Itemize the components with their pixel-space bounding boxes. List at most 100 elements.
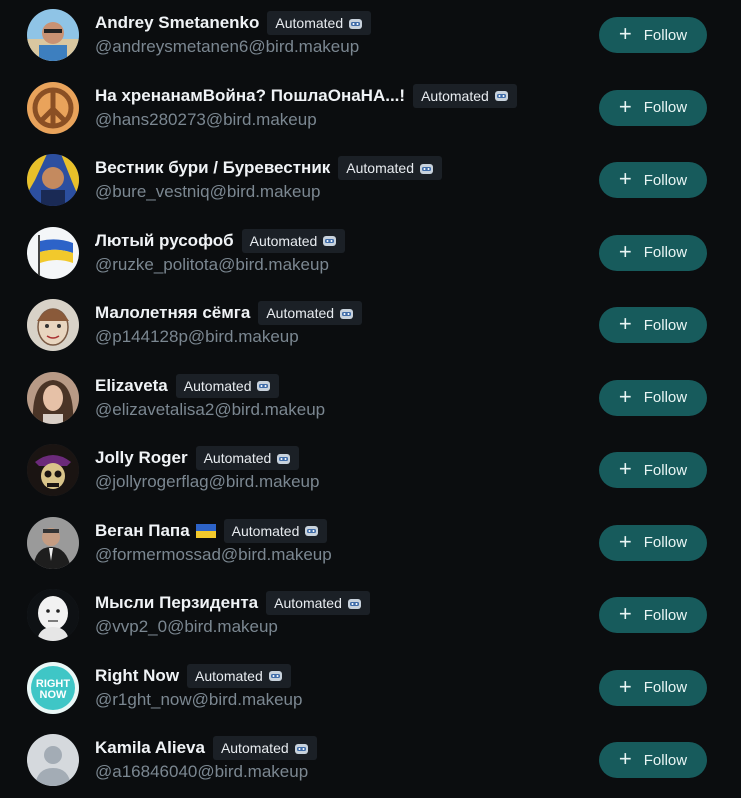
list-item: Elizaveta Automated @elizavetalisa2@bird… bbox=[0, 363, 741, 436]
list-item: Kamila Alieva Automated @a16846040@bird.… bbox=[0, 725, 741, 798]
avatar[interactable] bbox=[27, 81, 79, 134]
list-item: Малолетняя сёмга Automated @p144128p@bir… bbox=[0, 290, 741, 363]
display-name[interactable]: Мысли Перзидента bbox=[95, 593, 258, 613]
robot-icon bbox=[322, 234, 337, 247]
display-name[interactable]: Kamila Alieva bbox=[95, 738, 205, 758]
beach-portrait-icon bbox=[27, 9, 79, 61]
follow-button[interactable]: + Follow bbox=[599, 162, 707, 198]
automated-badge: Automated bbox=[223, 518, 328, 543]
list-item: На хренанамВойна? ПошлаОнаНА...! Automat… bbox=[0, 73, 741, 146]
cartoon-head-icon bbox=[27, 589, 79, 641]
plus-icon: + bbox=[618, 21, 632, 46]
user-handle[interactable]: @elizavetalisa2@bird.makeup bbox=[95, 400, 601, 420]
follow-button[interactable]: + Follow bbox=[599, 379, 707, 416]
user-handle[interactable]: @a16846040@bird.makeup bbox=[95, 762, 601, 782]
user-handle[interactable]: @r1ght_now@bird.makeup bbox=[95, 690, 601, 710]
list-item: Jolly Roger Automated @jollyrogerflag@bi… bbox=[0, 435, 741, 508]
plus-icon: + bbox=[618, 238, 632, 264]
automated-badge: Automated bbox=[212, 736, 317, 760]
user-handle[interactable]: @p144128p@bird.makeup bbox=[95, 327, 601, 347]
robot-icon bbox=[304, 524, 319, 537]
robot-icon bbox=[348, 17, 363, 30]
plus-icon: + bbox=[618, 311, 632, 336]
follow-button[interactable]: + Follow bbox=[599, 597, 707, 633]
follow-button[interactable]: + Follow bbox=[599, 17, 707, 53]
drawn-face-icon bbox=[27, 299, 79, 351]
user-handle[interactable]: @vvp2_0@bird.makeup bbox=[95, 617, 601, 637]
avatar[interactable]: RIGHT NOW bbox=[27, 661, 79, 714]
follow-button[interactable]: + Follow bbox=[599, 307, 707, 343]
display-name[interactable]: Jolly Roger bbox=[95, 448, 188, 468]
plus-icon: + bbox=[618, 166, 632, 191]
follow-button[interactable]: + Follow bbox=[599, 742, 707, 778]
avatar[interactable] bbox=[27, 154, 79, 206]
avatar[interactable] bbox=[27, 589, 79, 641]
robot-icon bbox=[347, 597, 362, 610]
display-name[interactable]: Right Now bbox=[95, 666, 179, 686]
list-item: Веган Папа Automated @formermossad@bird.… bbox=[0, 508, 741, 581]
automated-badge: Automated bbox=[413, 83, 517, 108]
robot-icon bbox=[419, 162, 434, 175]
plus-icon: + bbox=[618, 601, 632, 626]
user-handle[interactable]: @jollyrogerflag@bird.makeup bbox=[95, 472, 601, 492]
follow-button[interactable]: + Follow bbox=[599, 452, 707, 488]
robot-icon bbox=[256, 379, 271, 392]
display-name[interactable]: Вестник бури / Буревестник bbox=[95, 158, 330, 178]
default-user-icon bbox=[27, 734, 79, 786]
user-handle[interactable]: @hans280273@bird.makeup bbox=[95, 110, 601, 130]
follow-button[interactable]: + Follow bbox=[599, 234, 707, 271]
automated-badge: Automated bbox=[258, 301, 363, 325]
plus-icon: + bbox=[618, 746, 632, 771]
display-name[interactable]: Elizaveta bbox=[95, 376, 168, 396]
painted-portrait-icon bbox=[27, 154, 79, 206]
automated-badge: Automated bbox=[195, 446, 300, 470]
avatar[interactable] bbox=[27, 299, 79, 351]
automated-badge: Automated bbox=[267, 11, 372, 35]
plus-icon: + bbox=[618, 93, 632, 119]
automated-badge: Automated bbox=[187, 663, 291, 688]
plus-icon: + bbox=[618, 383, 632, 409]
automated-badge: Automated bbox=[175, 373, 280, 398]
ukraine-flag-icon bbox=[195, 523, 216, 538]
woman-portrait-icon bbox=[27, 371, 79, 424]
list-item: Лютый русофоб Automated @ruzke_politota@… bbox=[0, 218, 741, 291]
follow-button[interactable]: + Follow bbox=[599, 669, 707, 706]
plus-icon: + bbox=[618, 456, 632, 481]
plus-icon: + bbox=[618, 528, 632, 554]
user-handle[interactable]: @ruzke_politota@bird.makeup bbox=[95, 255, 601, 275]
follow-button[interactable]: + Follow bbox=[599, 89, 707, 126]
svg-text:NOW: NOW bbox=[40, 689, 68, 701]
list-item: Мысли Перзидента Automated @vvp2_0@bird.… bbox=[0, 580, 741, 653]
right-now-logo-icon: RIGHT NOW bbox=[27, 661, 79, 714]
plus-icon: + bbox=[618, 673, 632, 699]
avatar[interactable] bbox=[27, 226, 79, 279]
avatar[interactable] bbox=[27, 371, 79, 424]
display-name[interactable]: Малолетняя сёмга bbox=[95, 303, 250, 323]
avatar[interactable] bbox=[27, 444, 79, 496]
display-name[interactable]: Веган Папа bbox=[95, 521, 190, 541]
robot-icon bbox=[494, 89, 509, 102]
automated-badge: Automated bbox=[338, 156, 442, 180]
follow-button[interactable]: + Follow bbox=[599, 524, 707, 561]
automated-badge: Automated bbox=[266, 591, 370, 615]
robot-icon bbox=[276, 452, 291, 465]
peace-sign-icon bbox=[27, 81, 79, 134]
robot-icon bbox=[268, 669, 283, 682]
avatar[interactable] bbox=[27, 9, 79, 61]
display-name[interactable]: Andrey Smetanenko bbox=[95, 13, 259, 33]
pirate-skull-icon bbox=[27, 444, 79, 496]
display-name[interactable]: Лютый русофоб bbox=[95, 231, 234, 251]
ukraine-flag-icon bbox=[27, 226, 79, 279]
automated-badge: Automated bbox=[241, 228, 346, 253]
avatar[interactable] bbox=[27, 516, 79, 569]
user-handle[interactable]: @formermossad@bird.makeup bbox=[95, 545, 601, 565]
display-name[interactable]: На хренанамВойна? ПошлаОнаНА...! bbox=[95, 86, 405, 106]
avatar[interactable] bbox=[27, 734, 79, 786]
list-item: Andrey Smetanenko Automated @andreysmeta… bbox=[0, 0, 741, 73]
user-handle[interactable]: @bure_vestniq@bird.makeup bbox=[95, 182, 601, 202]
robot-icon bbox=[294, 742, 309, 755]
user-handle[interactable]: @andreysmetanen6@bird.makeup bbox=[95, 37, 601, 57]
user-list: Andrey Smetanenko Automated @andreysmeta… bbox=[0, 0, 741, 798]
robot-icon bbox=[339, 307, 354, 320]
list-item: RIGHT NOW Right Now Automated @r1ght_now… bbox=[0, 653, 741, 726]
